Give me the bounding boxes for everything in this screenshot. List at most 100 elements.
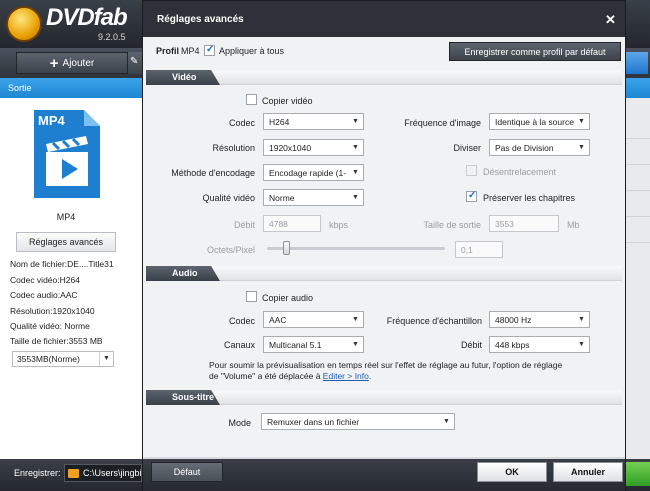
advanced-settings-dialog: Réglages avancés ✕ Profil MP4 Appliquer … [142,0,626,491]
audio-bitrate-label: Débit [460,340,482,350]
subtitle-section-title: Sous-titre [146,390,220,405]
default-button[interactable]: Défaut [151,462,223,482]
sample-rate-select[interactable]: 48000 Hz ▼ [489,311,590,328]
video-section-header: Vidéo [146,70,622,85]
bitrate-input[interactable]: 4788 [263,215,321,232]
preserve-chapters-checkbox[interactable] [466,190,477,202]
resolution-label: Résolution [212,143,255,153]
channels-value: Multicanal 5.1 [269,340,322,350]
volume-note-end: . [368,371,372,381]
encoding-method-value: Encodage rapide (1- [269,168,347,178]
video-codec-value: H264 [269,117,290,127]
add-button-label: Ajouter [62,57,95,69]
subtitle-mode-select[interactable]: Remuxer dans un fichier ▼ [261,413,455,430]
file-info-size: Taille de fichier:3553 MB [10,336,103,346]
audio-codec-select[interactable]: AAC ▼ [263,311,364,328]
toolbar-right-button[interactable] [626,52,648,74]
chevron-down-icon: ▼ [352,169,359,176]
video-quality-value: Norme [269,193,295,203]
copy-audio-label: Copier audio [262,293,314,303]
close-icon[interactable]: ✕ [605,12,616,28]
output-size-input[interactable]: 3553 [489,215,559,232]
mp4-file-icon: MP4 [34,110,100,198]
file-info-video-codec: Codec vidéo:H264 [10,275,80,285]
add-button[interactable]: + Ajouter [16,52,128,74]
audio-codec-value: AAC [269,315,287,325]
start-button[interactable] [624,462,650,486]
save-default-profile-button[interactable]: Enregistrer comme profil par défaut [449,42,621,61]
audio-section-header: Audio [146,266,622,281]
video-quality-label: Qualité vidéo [202,193,255,203]
dialog-title: Réglages avancés [157,14,244,25]
ok-button[interactable]: OK [477,462,547,482]
list-row-divider [626,190,650,191]
profile-label: Profil [156,46,180,56]
copy-audio-checkbox[interactable] [246,291,257,302]
video-quality-select[interactable]: Norme ▼ [263,189,364,206]
file-info-resolution: Résolution:1920x1040 [10,306,95,316]
encoding-method-select[interactable]: Encodage rapide (1- ▼ [263,164,364,181]
divide-select[interactable]: Pas de Division ▼ [489,139,590,156]
chevron-down-icon: ▼ [578,341,585,348]
chevron-down-icon: ▼ [352,144,359,151]
volume-note: Pour soumir la prévisualisation en temps… [209,360,589,382]
list-row-divider [626,164,650,165]
subtitle-mode-value: Remuxer dans un fichier [267,417,360,427]
video-codec-label: Codec [228,118,255,128]
apply-all-label: Appliquer à tous [219,46,285,56]
plus-icon: + [49,54,59,72]
bits-per-pixel-input[interactable]: 0,1 [455,241,503,258]
encoding-method-label: Méthode d'encodage [171,168,255,178]
deinterlace-checkbox[interactable] [466,165,477,176]
output-size-select-value: 3553MB(Norme) [17,354,80,364]
list-row-divider [626,138,650,139]
output-size-select[interactable]: 3553MB(Norme) ▼ [12,351,114,367]
frame-rate-value: Identique à la source [495,117,574,127]
file-info-name: Nom de fichier:DE....Title31 [10,259,114,269]
file-format-label: MP4 [56,212,76,222]
frame-rate-select[interactable]: Identique à la source ▼ [489,113,590,130]
chevron-down-icon: ▼ [352,118,359,125]
volume-note-line2: de "Volume" a été déplacée à [209,371,323,381]
apply-all-checkbox[interactable] [204,44,215,56]
edit-icon[interactable]: ✎ [128,52,142,74]
chevron-down-icon: ▼ [352,341,359,348]
audio-codec-label: Codec [228,316,255,326]
audio-section-title: Audio [146,266,220,281]
sample-rate-label: Fréquence d'échantillon [386,316,482,326]
chevron-down-icon: ▼ [443,418,450,425]
task-list-edge [626,98,650,459]
chevron-down-icon: ▼ [352,316,359,323]
advanced-settings-button[interactable]: Réglages avancés [16,232,116,252]
save-location-label: Enregistrer: [14,468,61,478]
bits-per-pixel-slider[interactable] [267,247,445,250]
bitrate-label: Débit [233,220,255,230]
copy-video-label: Copier vidéo [262,96,313,106]
audio-bitrate-select[interactable]: 448 kbps ▼ [489,336,590,353]
cancel-button[interactable]: Annuler [553,462,623,482]
divide-label: Diviser [453,143,481,153]
preserve-chapters-label: Préserver les chapitres [483,193,576,203]
edit-info-link[interactable]: Editer > Info [323,371,369,381]
video-codec-select[interactable]: H264 ▼ [263,113,364,130]
mp4-file-icon-label: MP4 [38,113,66,128]
file-info-audio-codec: Codec audio:AAC [10,290,78,300]
dvdfab-logo-icon [6,6,42,42]
copy-video-checkbox[interactable] [246,94,257,105]
file-panel: MP4 MP4 Réglages avancés Nom de fichier:… [0,98,142,459]
channels-select[interactable]: Multicanal 5.1 ▼ [263,336,364,353]
file-info-quality: Qualité vidéo: Norme [10,321,90,331]
volume-note-line1: Pour soumir la prévisualisation en temps… [209,360,563,370]
chevron-down-icon: ▼ [352,194,359,201]
bitrate-unit: kbps [329,220,349,230]
resolution-select[interactable]: 1920x1040 ▼ [263,139,364,156]
chevron-down-icon: ▼ [99,352,113,366]
sample-rate-value: 48000 Hz [495,315,532,325]
output-size-label: Taille de sortie [423,220,481,230]
divide-value: Pas de Division [495,143,554,153]
app-logo-text: DVDfab [46,4,128,31]
audio-bitrate-value: 448 kbps [495,340,530,350]
bits-per-pixel-slider-handle[interactable] [283,241,290,255]
folder-icon[interactable] [68,469,79,478]
list-row-divider [626,216,650,217]
